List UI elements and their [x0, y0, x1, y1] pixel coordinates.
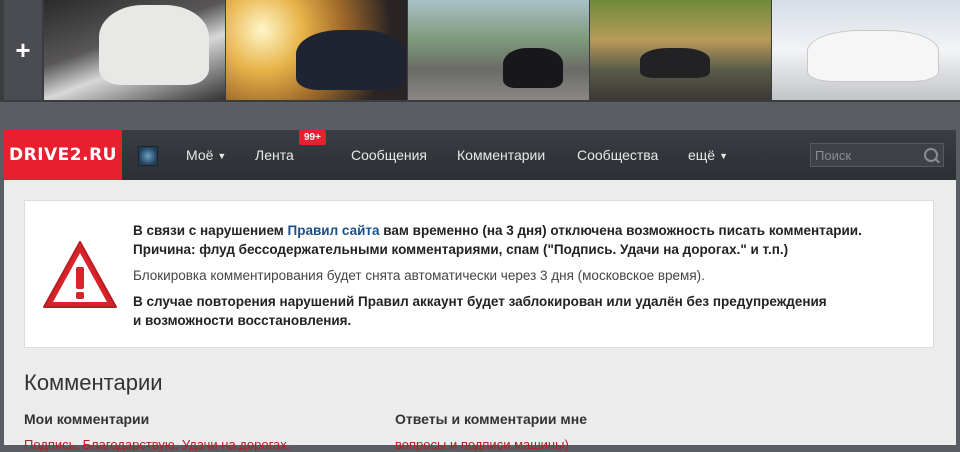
nav-item-label: ещё — [688, 147, 716, 163]
car-photo-3[interactable] — [408, 0, 589, 100]
warning-text: В связи с нарушением Правил сайта вам вр… — [133, 221, 923, 330]
nav-item-label: Сообщества — [577, 147, 659, 163]
nav-item-label: Комментарии — [457, 147, 546, 163]
car-photo-5[interactable] — [772, 0, 960, 100]
rules-link[interactable]: Правил сайта — [288, 223, 380, 238]
warning-line-1: В связи с нарушением Правил сайта вам вр… — [133, 223, 862, 238]
nav-item-comments[interactable]: Комментарии — [457, 130, 545, 180]
nav-item-label: Моё — [186, 147, 214, 163]
nav-item-label: Лента — [255, 147, 294, 163]
nav-item-lenta[interactable]: Лента — [255, 130, 294, 180]
strip-gap — [0, 102, 960, 128]
nav-item-messages[interactable]: Сообщения — [351, 130, 427, 180]
user-avatar-icon[interactable] — [138, 146, 158, 166]
warning-icon — [43, 241, 117, 308]
nav-item-communities[interactable]: Сообщества — [577, 130, 658, 180]
search-input[interactable] — [811, 144, 929, 166]
add-photo-button[interactable]: + — [4, 0, 42, 100]
nav-item-more[interactable]: ещё ▼ — [688, 130, 728, 180]
search-icon[interactable] — [924, 148, 938, 162]
warning-repeat-notice: В случае повторения нарушений Правил акк… — [133, 294, 827, 309]
notification-badge: 99+ — [299, 130, 326, 145]
page-title: Комментарии — [24, 370, 163, 395]
nav-item-moe[interactable]: Моё ▼ — [186, 130, 226, 180]
my-comments-heading: Мои комментарии — [24, 411, 150, 427]
warning-reason: Причина: флуд бессодержательными коммент… — [133, 242, 789, 257]
page-content: В связи с нарушением Правил сайта вам вр… — [4, 180, 956, 452]
car-photo-1[interactable] — [44, 0, 225, 100]
nav-item-label: Сообщения — [351, 147, 427, 163]
main-nav: DRIVE2.RU Моё ▼ Лента 99+ Сообщения Комме… — [4, 130, 956, 180]
photo-strip: + — [0, 0, 960, 102]
car-photo-2[interactable] — [226, 0, 407, 100]
car-photo-4[interactable] — [590, 0, 771, 100]
chevron-down-icon: ▼ — [719, 151, 729, 161]
chevron-down-icon: ▼ — [217, 151, 227, 161]
site-logo[interactable]: DRIVE2.RU — [4, 130, 122, 180]
search-box — [810, 143, 944, 167]
ban-warning-panel: В связи с нарушением Правил сайта вам вр… — [24, 200, 934, 348]
replies-heading: Ответы и комментарии мне — [395, 411, 588, 427]
warning-unblock-info: Блокировка комментирования будет снята а… — [133, 268, 705, 283]
warning-repeat-notice-2: и возможности восстановления. — [133, 313, 352, 328]
